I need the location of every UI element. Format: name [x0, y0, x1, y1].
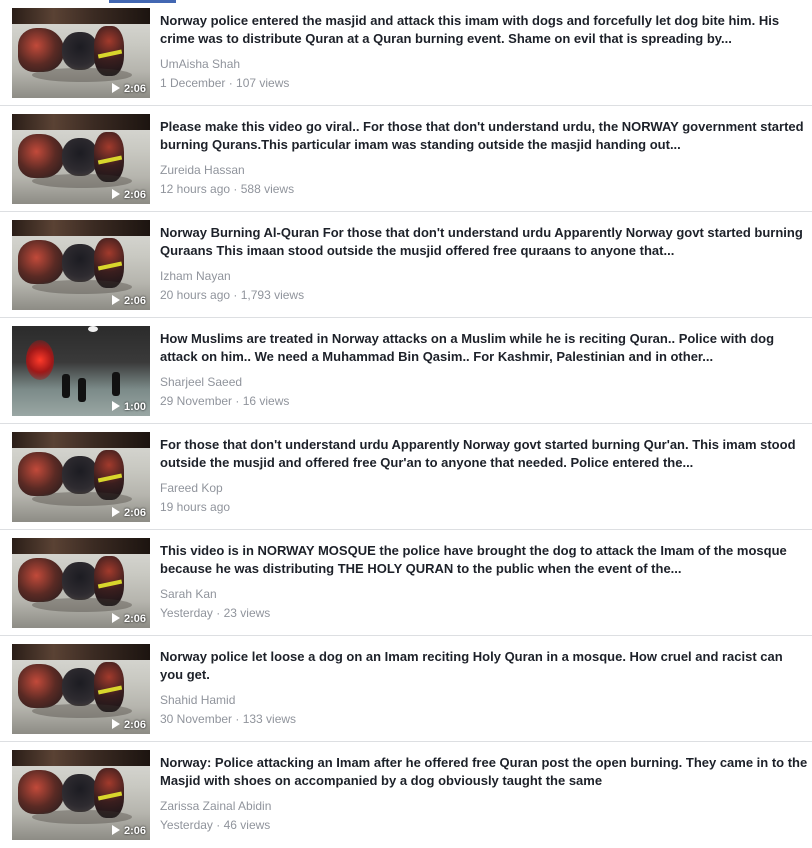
- video-thumbnail[interactable]: 2:06: [12, 114, 150, 204]
- play-icon: [111, 401, 120, 411]
- video-result-row: 2:06 Norway police let loose a dog on an…: [0, 636, 812, 742]
- video-thumbnail[interactable]: 1:00: [12, 326, 150, 416]
- play-icon: [111, 613, 120, 623]
- video-result-row: 2:06 Please make this video go viral.. F…: [0, 106, 812, 212]
- play-icon: [111, 295, 120, 305]
- video-thumbnail[interactable]: 2:06: [12, 220, 150, 310]
- video-meta: 30 November · 133 views: [160, 712, 297, 726]
- play-icon: [111, 189, 120, 199]
- video-author[interactable]: Shahid Hamid: [160, 693, 235, 707]
- video-meta: 20 hours ago · 1,793 views: [160, 288, 305, 302]
- video-author[interactable]: Zarissa Zainal Abidin: [160, 799, 271, 813]
- video-title[interactable]: How Muslims are treated in Norway attack…: [160, 330, 808, 366]
- video-meta: Yesterday · 46 views: [160, 818, 271, 832]
- video-meta: 19 hours ago: [160, 500, 231, 514]
- video-author[interactable]: Sarah Kan: [160, 587, 217, 601]
- video-duration: 1:00: [111, 401, 146, 413]
- video-title[interactable]: Norway: Police attacking an Imam after h…: [160, 754, 808, 790]
- video-title[interactable]: Norway police entered the masjid and att…: [160, 12, 808, 48]
- play-icon: [111, 825, 120, 835]
- video-author[interactable]: Fareed Kop: [160, 481, 223, 495]
- video-meta: 1 December · 107 views: [160, 76, 290, 90]
- video-meta: 29 November · 16 views: [160, 394, 290, 408]
- video-duration: 2:06: [111, 83, 146, 95]
- play-icon: [111, 507, 120, 517]
- video-duration: 2:06: [111, 189, 146, 201]
- video-title[interactable]: Please make this video go viral.. For th…: [160, 118, 808, 154]
- video-author[interactable]: UmAisha Shah: [160, 57, 240, 71]
- video-duration: 2:06: [111, 719, 146, 731]
- video-thumbnail[interactable]: 2:06: [12, 644, 150, 734]
- video-duration: 2:06: [111, 295, 146, 307]
- video-author[interactable]: Sharjeel Saeed: [160, 375, 242, 389]
- video-thumbnail[interactable]: 2:06: [12, 432, 150, 522]
- video-result-row: 1:00 How Muslims are treated in Norway a…: [0, 318, 812, 424]
- video-duration: 2:06: [111, 613, 146, 625]
- video-result-row: 2:06 Norway police entered the masjid an…: [0, 0, 812, 106]
- video-duration: 2:06: [111, 825, 146, 837]
- video-title[interactable]: Norway police let loose a dog on an Imam…: [160, 648, 808, 684]
- video-author[interactable]: Izham Nayan: [160, 269, 231, 283]
- video-result-row: 2:06 Norway: Police attacking an Imam af…: [0, 742, 812, 848]
- play-icon: [111, 83, 120, 93]
- video-thumbnail[interactable]: 2:06: [12, 538, 150, 628]
- video-thumbnail[interactable]: 2:06: [12, 8, 150, 98]
- video-author[interactable]: Zureida Hassan: [160, 163, 245, 177]
- video-title[interactable]: For those that don't understand urdu App…: [160, 436, 808, 472]
- video-duration: 2:06: [111, 507, 146, 519]
- video-title[interactable]: This video is in NORWAY MOSQUE the polic…: [160, 542, 808, 578]
- video-title[interactable]: Norway Burning Al-Quran For those that d…: [160, 224, 808, 260]
- video-meta: Yesterday · 23 views: [160, 606, 271, 620]
- video-thumbnail[interactable]: 2:06: [12, 750, 150, 840]
- video-result-row: 2:06 For those that don't understand urd…: [0, 424, 812, 530]
- video-result-row: 2:06 Norway Burning Al-Quran For those t…: [0, 212, 812, 318]
- video-meta: 12 hours ago · 588 views: [160, 182, 295, 196]
- video-result-row: 2:06 This video is in NORWAY MOSQUE the …: [0, 530, 812, 636]
- play-icon: [111, 719, 120, 729]
